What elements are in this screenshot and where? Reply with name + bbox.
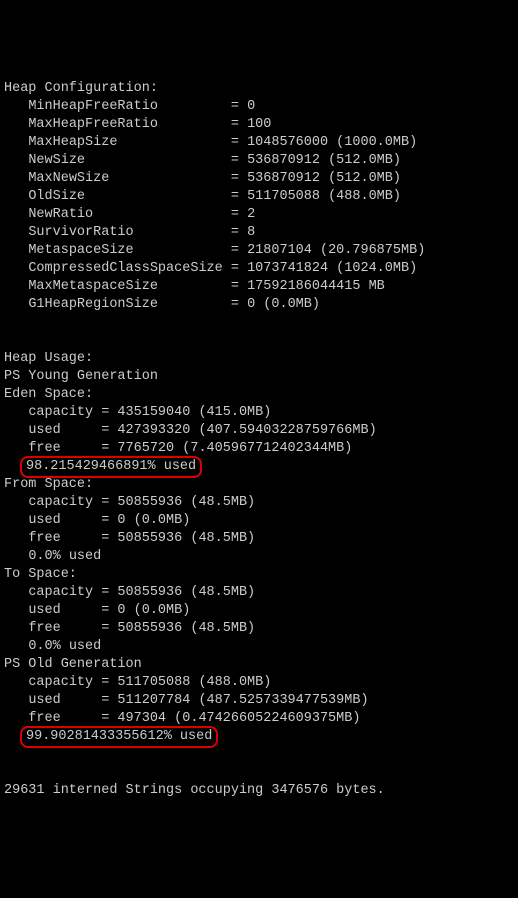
heap-config-row: MaxMetaspaceSize = 17592186044415 MB xyxy=(4,278,514,296)
old-percent-highlight: 99.90281433355612% used xyxy=(20,726,218,748)
from-percent: 0.0% used xyxy=(4,548,514,566)
eden-capacity: capacity = 435159040 (415.0MB) xyxy=(4,404,514,422)
old-gen-title: PS Old Generation xyxy=(4,656,514,674)
heap-config-title: Heap Configuration: xyxy=(4,80,514,98)
from-used: used = 0 (0.0MB) xyxy=(4,512,514,530)
to-percent: 0.0% used xyxy=(4,638,514,656)
heap-config-row: MaxNewSize = 536870912 (512.0MB) xyxy=(4,170,514,188)
old-capacity: capacity = 511705088 (488.0MB) xyxy=(4,674,514,692)
heap-config-row: SurvivorRatio = 8 xyxy=(4,224,514,242)
eden-title: Eden Space: xyxy=(4,386,514,404)
to-title: To Space: xyxy=(4,566,514,584)
from-capacity: capacity = 50855936 (48.5MB) xyxy=(4,494,514,512)
heap-config-row: MaxHeapFreeRatio = 100 xyxy=(4,116,514,134)
heap-config-row: MaxHeapSize = 1048576000 (1000.0MB) xyxy=(4,134,514,152)
eden-used: used = 427393320 (407.59403228759766MB) xyxy=(4,422,514,440)
eden-percent-highlight: 98.215429466891% used xyxy=(20,456,202,478)
interned-strings: 29631 interned Strings occupying 3476576… xyxy=(4,782,514,800)
to-free: free = 50855936 (48.5MB) xyxy=(4,620,514,638)
heap-config-row: NewSize = 536870912 (512.0MB) xyxy=(4,152,514,170)
old-used: used = 511207784 (487.5257339477539MB) xyxy=(4,692,514,710)
from-title: From Space: xyxy=(4,476,514,494)
heap-config-row: NewRatio = 2 xyxy=(4,206,514,224)
from-free: free = 50855936 (48.5MB) xyxy=(4,530,514,548)
heap-config-row: MinHeapFreeRatio = 0 xyxy=(4,98,514,116)
heap-usage-title: Heap Usage: xyxy=(4,350,514,368)
heap-config-row: MetaspaceSize = 21807104 (20.796875MB) xyxy=(4,242,514,260)
heap-config-row: G1HeapRegionSize = 0 (0.0MB) xyxy=(4,296,514,314)
to-used: used = 0 (0.0MB) xyxy=(4,602,514,620)
young-gen-title: PS Young Generation xyxy=(4,368,514,386)
heap-config-row: OldSize = 511705088 (488.0MB) xyxy=(4,188,514,206)
to-capacity: capacity = 50855936 (48.5MB) xyxy=(4,584,514,602)
heap-config-row: CompressedClassSpaceSize = 1073741824 (1… xyxy=(4,260,514,278)
